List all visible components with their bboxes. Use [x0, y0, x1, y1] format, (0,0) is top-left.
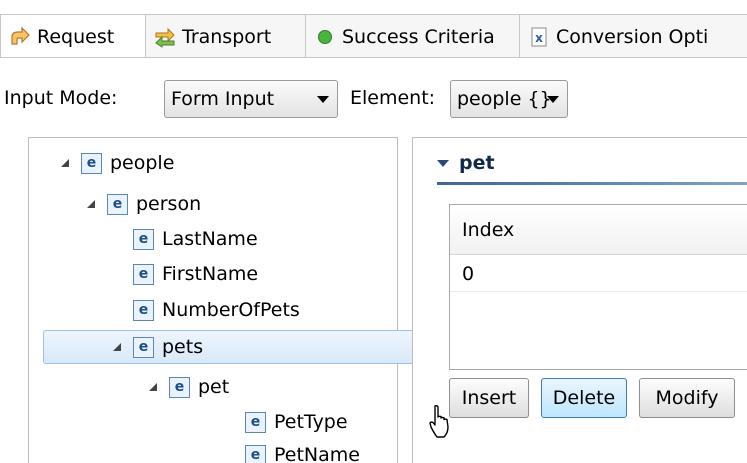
tab-bar: Request Transport Success Criteria x Con… — [0, 0, 747, 58]
tree-node-pettype[interactable]: e PetType — [245, 406, 348, 438]
delete-button-label: Delete — [552, 387, 616, 409]
element-icon: e — [133, 336, 154, 358]
element-value: people {} — [457, 88, 552, 110]
tab-transport-label: Transport — [182, 25, 272, 48]
element-icon: e — [245, 411, 266, 433]
insert-button[interactable]: Insert — [449, 378, 529, 418]
tree-node-label: FirstName — [162, 263, 259, 285]
tab-transport[interactable]: Transport — [146, 14, 306, 58]
transport-icon — [154, 26, 176, 48]
element-icon: e — [81, 152, 102, 174]
element-label: Element: — [350, 87, 436, 109]
chevron-down-icon — [317, 96, 329, 103]
element-tree: e people e person e LastName e FirstName… — [28, 137, 417, 463]
table-header-label: Index — [462, 218, 515, 241]
svg-text:x: x — [535, 31, 543, 45]
tree-node-label: people — [110, 152, 175, 174]
section-header[interactable]: pet — [437, 152, 495, 174]
delete-button[interactable]: Delete — [541, 378, 627, 418]
tree-node-label: NumberOfPets — [162, 299, 300, 321]
conversion-x-icon: x — [528, 26, 550, 48]
tab-request[interactable]: Request — [0, 14, 146, 58]
section-underline — [437, 182, 747, 185]
tree-node-label: person — [136, 193, 202, 215]
tab-request-label: Request — [37, 25, 115, 48]
detail-panel: pet Index 0 Insert Delete Modify — [412, 137, 747, 463]
element-icon: e — [107, 193, 128, 215]
insert-button-label: Insert — [461, 387, 517, 409]
tree-node-label: pet — [198, 376, 230, 398]
expand-triangle-icon[interactable] — [111, 341, 123, 353]
tab-conversion-options[interactable]: x Conversion Opti — [520, 14, 747, 58]
element-icon: e — [245, 444, 266, 463]
tree-node-pets[interactable]: e pets — [111, 331, 203, 363]
tree-node-label: pets — [162, 336, 204, 358]
request-arrow-icon — [9, 26, 31, 48]
green-dot-icon — [314, 26, 336, 48]
input-mode-row: Input Mode: Form Input Element: people {… — [0, 77, 747, 123]
tab-success-criteria-label: Success Criteria — [342, 25, 495, 48]
tree-node-petname[interactable]: e PetName — [245, 439, 360, 463]
expand-triangle-icon[interactable] — [59, 157, 71, 169]
tab-conversion-options-label: Conversion Opti — [556, 25, 709, 48]
table-header-index[interactable]: Index — [450, 205, 747, 255]
element-icon: e — [169, 376, 190, 398]
section-title: pet — [459, 152, 495, 174]
tree-node-label: LastName — [162, 228, 258, 250]
input-mode-select[interactable]: Form Input — [164, 80, 338, 118]
mouse-cursor-icon — [428, 404, 452, 444]
chevron-down-icon — [547, 96, 559, 103]
element-icon: e — [133, 299, 154, 321]
tree-node-label: PetType — [274, 411, 348, 433]
collapse-chevron-icon — [437, 159, 449, 167]
table-cell-value: 0 — [462, 262, 475, 285]
tab-success-criteria[interactable]: Success Criteria — [306, 14, 520, 58]
tree-node-label: PetName — [274, 444, 360, 463]
element-select[interactable]: people {} — [450, 80, 568, 118]
input-mode-label: Input Mode: — [4, 87, 118, 109]
tree-node-people[interactable]: e people — [59, 147, 174, 179]
modify-button-label: Modify — [655, 387, 719, 409]
table-row[interactable]: 0 — [450, 256, 747, 292]
index-table: Index 0 — [449, 204, 747, 370]
tree-node-numberofpets[interactable]: e NumberOfPets — [133, 294, 300, 326]
tab-divider — [0, 57, 747, 58]
expand-triangle-icon[interactable] — [85, 198, 97, 210]
tree-selection-highlight — [43, 330, 417, 364]
tree-node-lastname[interactable]: e LastName — [133, 223, 258, 255]
tree-node-person[interactable]: e person — [85, 188, 201, 220]
expand-triangle-icon[interactable] — [147, 381, 159, 393]
tree-node-firstname[interactable]: e FirstName — [133, 258, 258, 290]
element-icon: e — [133, 263, 154, 285]
modify-button[interactable]: Modify — [639, 378, 735, 418]
input-mode-value: Form Input — [171, 88, 275, 110]
element-icon: e — [133, 228, 154, 250]
tree-node-pet[interactable]: e pet — [147, 371, 229, 403]
